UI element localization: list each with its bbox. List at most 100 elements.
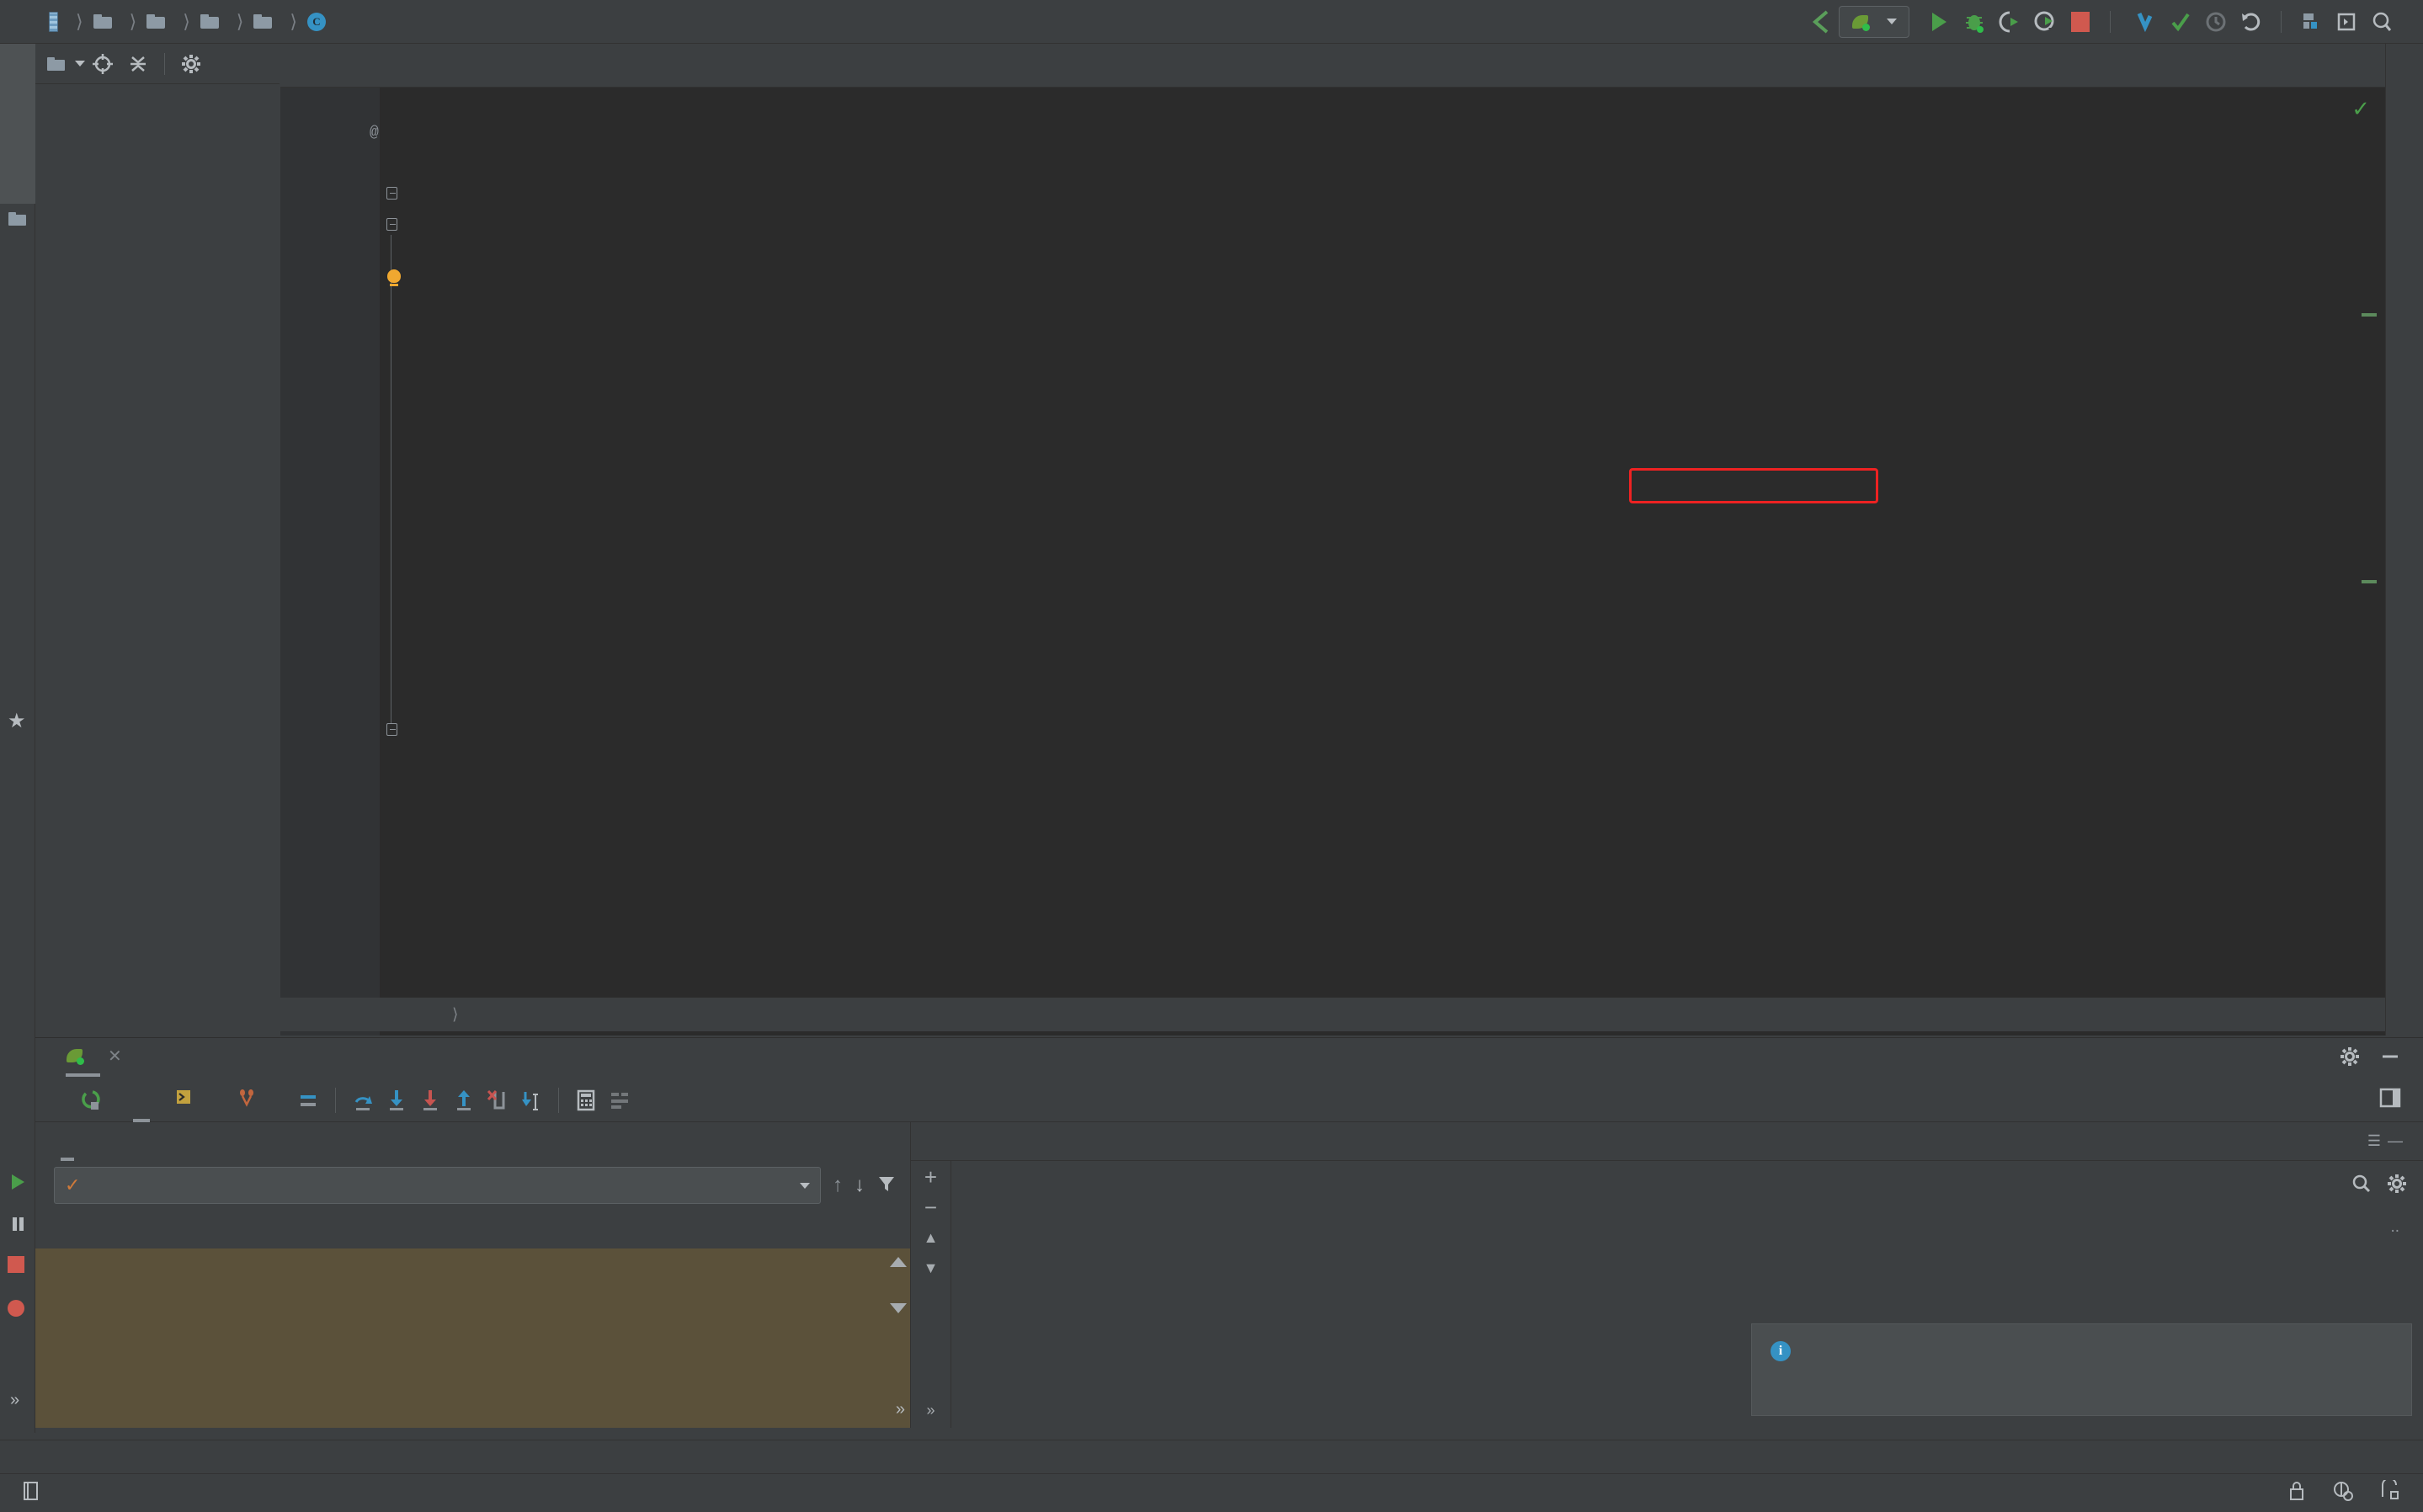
notification-actions	[1752, 1361, 2411, 1373]
sidebar-item-database[interactable]	[2386, 128, 2423, 145]
close-icon[interactable]: ✕	[108, 1046, 122, 1067]
breadcrumb-item-util[interactable]	[253, 14, 280, 29]
code-editor[interactable]: @ ✓	[280, 88, 2385, 1036]
down-icon[interactable]: ▼	[924, 1259, 939, 1277]
tab-endpoints[interactable]	[220, 1078, 281, 1122]
locate-icon[interactable]	[85, 47, 120, 81]
thread-running-icon: ✓	[65, 1174, 80, 1196]
project-structure-icon[interactable]	[2293, 4, 2329, 40]
tab-console[interactable]	[158, 1078, 220, 1122]
settings-gear-icon[interactable]	[2386, 1173, 2408, 1199]
git-rollback-icon[interactable]	[2234, 4, 2269, 40]
editor-area: @ ✓	[280, 44, 2385, 1036]
git-commit-icon[interactable]	[2163, 4, 2198, 40]
mute-breakpoints-icon[interactable]	[291, 1083, 325, 1117]
git-history-icon[interactable]	[2198, 4, 2234, 40]
collapse-all-icon[interactable]	[120, 47, 156, 81]
debug-toolbar	[35, 1078, 2423, 1122]
right-toolwindow-strip	[2385, 44, 2423, 1036]
override-marker-icon[interactable]: @	[370, 125, 379, 141]
thread-selector[interactable]: ✓	[54, 1167, 821, 1204]
breadcrumb: ⟩ ⟩ ⟩ ⟩ ⟩ C	[0, 11, 333, 33]
restore-layout-icon[interactable]	[2378, 1085, 2423, 1115]
fold-marker-icon[interactable]	[386, 187, 403, 204]
memory-indicator[interactable]	[2379, 1480, 2401, 1507]
search-icon[interactable]	[2351, 1173, 2372, 1199]
force-step-into-icon[interactable]	[413, 1083, 447, 1117]
layout-settings-icon[interactable]	[603, 1083, 636, 1117]
settings-gear-icon[interactable]	[173, 47, 209, 81]
frames-scroll-up-icon[interactable]	[890, 1257, 907, 1267]
variables-header: ☰ —	[911, 1122, 2423, 1161]
fold-marker-icon[interactable]	[386, 218, 403, 235]
remove-watch-icon[interactable]: −	[924, 1198, 937, 1217]
settings-icon[interactable]: ☰	[2367, 1132, 2381, 1150]
search-everywhere-icon[interactable]	[2364, 4, 2399, 40]
rerun-icon[interactable]	[76, 1083, 109, 1117]
scrollbar-marker	[2362, 313, 2377, 317]
frames-pane: ✓ ↑ ↓ »	[35, 1122, 911, 1428]
sidebar-item-favorites[interactable]	[0, 557, 35, 734]
step-out-icon[interactable]	[447, 1083, 481, 1117]
add-watch-icon[interactable]: +	[924, 1168, 937, 1186]
status-bar	[0, 1473, 2423, 1512]
inspection-status-icon[interactable]: ✓	[2351, 96, 2370, 122]
count-indicator[interactable]: ..	[2390, 1218, 2408, 1237]
jar-icon	[49, 12, 58, 32]
back-icon[interactable]	[1803, 4, 1839, 40]
run-coverage-icon[interactable]	[1992, 4, 2027, 40]
breadcrumb-item-apache[interactable]	[146, 14, 173, 29]
hide-icon[interactable]	[2379, 1046, 2401, 1072]
folder-icon	[93, 14, 112, 29]
settings-gear-icon[interactable]	[2339, 1046, 2361, 1072]
stop-icon-strip	[8, 1256, 24, 1273]
breadcrumb-separator: ⟩	[440, 1005, 470, 1025]
inspection-profile-icon[interactable]	[2332, 1480, 2354, 1507]
more-icon-strip[interactable]: »	[10, 1391, 19, 1410]
stop-icon[interactable]	[2063, 4, 2098, 40]
editor-breadcrumb: ⟩	[280, 998, 2385, 1031]
fold-marker-icon[interactable]	[386, 723, 403, 740]
breadcrumb-separator: ⟩	[120, 11, 147, 33]
variables-gutter: + − ▲ ▼ »	[911, 1161, 951, 1428]
evaluate-expression-icon[interactable]	[569, 1083, 603, 1117]
chevron-down-icon	[800, 1183, 810, 1189]
move-up-icon[interactable]: ↑	[833, 1174, 843, 1197]
expand-icon[interactable]: »	[926, 1401, 935, 1419]
profiler-icon[interactable]	[2027, 4, 2063, 40]
tab-debugger[interactable]	[125, 1078, 158, 1122]
filter-icon[interactable]	[876, 1174, 897, 1198]
breadcrumb-item-class[interactable]: C	[307, 13, 333, 31]
notification-popup: i	[1751, 1323, 2412, 1416]
lock-icon[interactable]	[2287, 1480, 2307, 1507]
divider	[2281, 11, 2282, 33]
project-view-selector[interactable]	[47, 57, 85, 71]
frames-more-icon[interactable]: »	[896, 1400, 905, 1419]
frames-scroll-down-icon[interactable]	[890, 1303, 907, 1313]
breadcrumb-item-jar[interactable]	[49, 12, 66, 32]
step-over-icon[interactable]	[346, 1083, 380, 1117]
breadcrumb-item-org[interactable]	[93, 14, 120, 29]
sidebar-item-web[interactable]	[0, 743, 35, 835]
run-configuration-selector[interactable]	[1839, 6, 1909, 38]
git-update-icon[interactable]	[2127, 4, 2163, 40]
sidebar-item-bean-validation[interactable]	[2386, 397, 2423, 414]
folder-icon	[47, 57, 65, 71]
sidebar-item-ant[interactable]	[2386, 49, 2423, 66]
breadcrumb-separator: ⟩	[226, 11, 254, 33]
frames-list[interactable]	[35, 1248, 910, 1428]
run-to-cursor-icon[interactable]	[514, 1083, 548, 1117]
run-icon[interactable]	[1921, 4, 1957, 40]
sidebar-item-project[interactable]	[0, 44, 35, 204]
debug-icon[interactable]	[1957, 4, 1992, 40]
drop-frame-icon[interactable]	[481, 1083, 514, 1117]
up-icon[interactable]: ▲	[924, 1228, 939, 1247]
select-in-icon[interactable]	[2329, 4, 2364, 40]
hide-icon[interactable]: —	[2388, 1132, 2403, 1150]
debug-session-tab[interactable]: ✕	[66, 1046, 122, 1072]
breadcrumb-item-shiro[interactable]	[200, 14, 226, 29]
sidebar-item-maven[interactable]	[2386, 271, 2423, 288]
step-into-icon[interactable]	[380, 1083, 413, 1117]
intention-bulb-icon[interactable]	[383, 269, 405, 295]
move-down-icon[interactable]: ↓	[855, 1174, 865, 1197]
